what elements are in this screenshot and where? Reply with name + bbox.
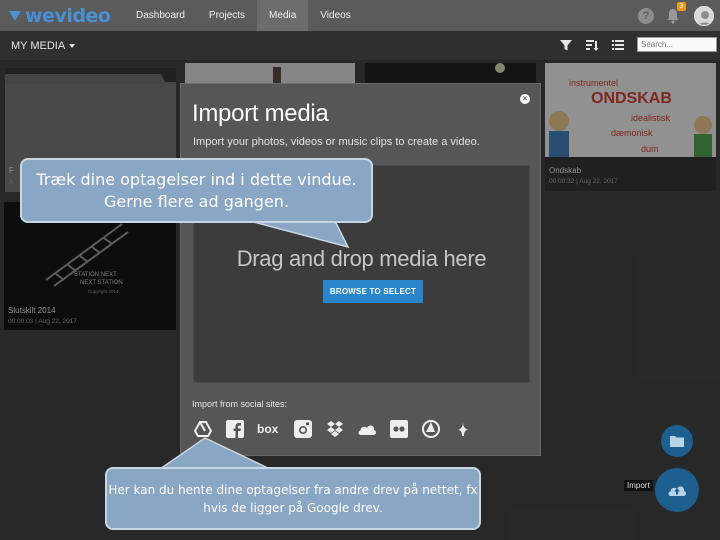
close-icon[interactable]: × bbox=[520, 94, 530, 104]
user-icon bbox=[695, 6, 713, 25]
main-nav: Dashboard Projects Media Videos bbox=[124, 0, 363, 31]
help-icon[interactable]: ? bbox=[638, 7, 654, 24]
toolbar-actions bbox=[559, 37, 717, 52]
instagram-icon[interactable] bbox=[293, 419, 313, 439]
picasa-icon[interactable] bbox=[421, 419, 441, 439]
drag-hint-callout: Træk dine optagelser ind i dette vindue.… bbox=[20, 158, 373, 223]
media-toolbar: MY MEDIA bbox=[0, 31, 720, 60]
onedrive-icon[interactable] bbox=[357, 419, 377, 439]
nav-media[interactable]: Media bbox=[257, 0, 309, 31]
chevron-down-icon bbox=[69, 43, 76, 48]
social-import-label: Import from social sites: bbox=[192, 399, 288, 409]
wevideo-logo[interactable]: wevideo bbox=[8, 5, 124, 27]
search-input[interactable] bbox=[637, 37, 717, 52]
google-drive-icon[interactable] bbox=[193, 419, 213, 439]
folder-button[interactable] bbox=[661, 425, 693, 457]
my-media-label: MY MEDIA bbox=[11, 39, 66, 52]
dropbox-icon[interactable] bbox=[325, 419, 345, 439]
logo-text: wevideo bbox=[25, 4, 111, 27]
avatar[interactable] bbox=[694, 5, 714, 26]
svg-text:box: box bbox=[257, 422, 279, 436]
cloud-upload-icon bbox=[668, 486, 687, 496]
modal-subtitle: Import your photos, videos or music clip… bbox=[193, 136, 480, 148]
import-media-modal: Import media Import your photos, videos … bbox=[180, 83, 541, 456]
import-tooltip: Import bbox=[624, 480, 653, 491]
social-hint-callout: Her kan du hente dine optagelser fra and… bbox=[105, 467, 481, 530]
folder-icon bbox=[670, 436, 684, 447]
logo-mark-icon bbox=[9, 10, 21, 21]
top-nav-bar: wevideo Dashboard Projects Media Videos … bbox=[0, 0, 720, 31]
other-icon[interactable] bbox=[453, 419, 473, 439]
filter-icon[interactable] bbox=[559, 38, 573, 52]
notification-button[interactable]: 3 bbox=[666, 1, 686, 24]
facebook-icon[interactable] bbox=[225, 419, 245, 439]
header-actions: ? 3 bbox=[638, 0, 720, 31]
flickr-icon[interactable] bbox=[389, 419, 409, 439]
nav-dashboard[interactable]: Dashboard bbox=[124, 0, 197, 31]
sort-icon[interactable] bbox=[585, 38, 599, 52]
browse-button[interactable]: BROWSE TO SELECT bbox=[323, 280, 423, 303]
notification-badge: 3 bbox=[677, 1, 686, 11]
import-button[interactable] bbox=[655, 468, 699, 512]
list-view-icon[interactable] bbox=[611, 38, 625, 52]
nav-videos[interactable]: Videos bbox=[308, 0, 362, 31]
modal-title: Import media bbox=[192, 100, 329, 127]
my-media-dropdown[interactable]: MY MEDIA bbox=[11, 39, 76, 52]
social-import-row: box bbox=[193, 419, 485, 439]
nav-projects[interactable]: Projects bbox=[197, 0, 257, 31]
drop-zone-text: Drag and drop media here bbox=[236, 246, 487, 271]
box-icon[interactable]: box bbox=[257, 419, 281, 439]
